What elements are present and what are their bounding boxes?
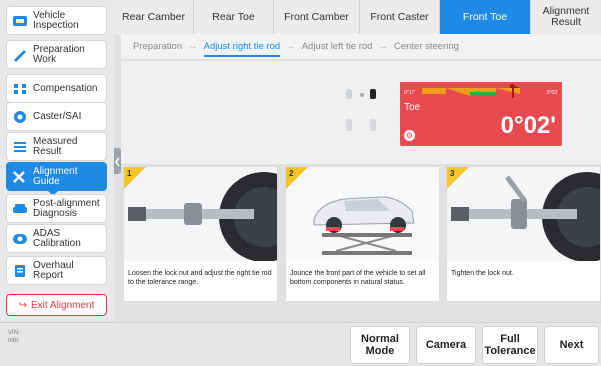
sidebar-item-label: ADAS Calibration	[33, 227, 81, 249]
guide-card-2: 2 Jounce the front part of the vehicle t…	[285, 166, 440, 302]
tab-bar: Rear Camber Rear Toe Front Camber Front …	[114, 0, 601, 34]
normal-mode-button[interactable]: Normal Mode	[350, 326, 410, 364]
next-button[interactable]: Next	[544, 326, 599, 364]
tab-rear-toe[interactable]: Rear Toe	[194, 0, 274, 34]
step-center-steering[interactable]: Center steering	[394, 41, 459, 52]
sidebar-item-post-alignment-diagnosis[interactable]: Post-alignment Diagnosis	[6, 194, 107, 223]
arrow-right-icon: →	[286, 41, 296, 52]
sidebar-item-label: Post-alignment Diagnosis	[33, 197, 100, 219]
sidebar-item-adas-calibration[interactable]: ADAS Calibration	[6, 224, 107, 253]
settings-icon[interactable]: ⚙	[404, 130, 415, 141]
sidebar-item-compensation[interactable]: Compensation	[6, 74, 107, 103]
vin-label: VIN:	[8, 330, 20, 336]
tab-front-camber[interactable]: Front Camber	[274, 0, 360, 34]
sidebar-item-label: Overhaul Report	[33, 259, 74, 281]
guide-card-3: 3 Tighten the lock nut.	[446, 166, 601, 302]
step-number: 1	[127, 169, 132, 178]
step-preparation[interactable]: Preparation	[133, 41, 182, 52]
guide-caption: Loosen the lock nut and adjust the right…	[128, 270, 272, 286]
bottom-bar: VIN: Info: Normal Mode Camera Full Toler…	[0, 322, 601, 366]
tools-icon	[7, 163, 33, 190]
guide-caption: Jounce the front part of the vehicle to …	[290, 270, 426, 286]
step-number: 3	[450, 169, 455, 178]
tab-label: Rear Camber	[121, 10, 186, 23]
camera-button[interactable]: Camera	[416, 326, 476, 364]
exit-icon: ↪	[18, 299, 27, 311]
button-label: Camera	[425, 339, 467, 351]
sidebar-item-vehicle-inspection[interactable]: Vehicle Inspection	[6, 6, 107, 35]
table-icon	[7, 133, 33, 160]
toe-value: 0°02'	[500, 112, 556, 139]
tab-label: Front Toe	[462, 10, 508, 23]
tighten-lock-nut-image: 3	[447, 167, 600, 261]
sidebar-item-overhaul-report[interactable]: Overhaul Report	[6, 256, 107, 285]
tab-front-toe[interactable]: Front Toe	[440, 0, 531, 34]
vehicle-top-view-icon	[346, 89, 376, 131]
sidebar-item-label: Vehicle Inspection	[33, 9, 79, 31]
sidebar-item-preparation-work[interactable]: Preparation Work	[6, 40, 107, 69]
compensation-icon	[7, 75, 33, 102]
vehicle-lift-image: 2	[286, 167, 439, 261]
guide-caption: Tighten the lock nut.	[451, 270, 514, 277]
toe-label: Toe	[404, 102, 421, 113]
vin-info: VIN: Info:	[8, 329, 20, 345]
scale-max-label: 0°03'	[546, 90, 558, 96]
tab-label: Front Caster	[370, 10, 429, 23]
sidebar-item-alignment-guide[interactable]: Alignment Guide	[6, 162, 107, 196]
sidebar: Vehicle Inspection Preparation Work Comp…	[0, 0, 114, 322]
toe-readout-panel: 0°17' 0°03' Toe 0°02' ⚙	[400, 82, 562, 146]
step-adjust-left-tie-rod[interactable]: Adjust left tie rod	[302, 41, 373, 52]
collapse-sidebar-handle[interactable]: ❮	[114, 148, 121, 174]
guide-card-1: 1 Loosen the lock nut and adjust the rig…	[123, 166, 278, 302]
sidebar-item-label: Alignment Guide	[33, 165, 78, 187]
exit-alignment-button[interactable]: ↪ Exit Alignment	[6, 294, 107, 316]
button-label: Full Tolerance	[484, 333, 536, 357]
tab-alignment-result[interactable]: Alignment Result	[531, 0, 601, 34]
step-breadcrumb: Preparation → Adjust right tie rod → Adj…	[121, 34, 601, 60]
sidebar-item-label: Measured Result	[33, 135, 78, 157]
step-number: 2	[289, 169, 294, 178]
tab-front-caster[interactable]: Front Caster	[360, 0, 440, 34]
info-label: Info:	[8, 338, 20, 344]
button-label: Normal Mode	[361, 333, 399, 357]
tie-rod-adjust-image: 1	[124, 167, 277, 261]
sidebar-item-label: Preparation Work	[33, 43, 85, 65]
scale-min-label: 0°17'	[404, 90, 416, 96]
car-icon	[7, 195, 33, 222]
tab-label: Rear Toe	[212, 10, 255, 23]
sidebar-item-label: Compensation	[33, 82, 98, 94]
sidebar-item-caster-sai[interactable]: Caster/SAI	[6, 102, 107, 131]
button-label: Next	[559, 339, 584, 351]
wheel-icon	[7, 103, 33, 130]
full-tolerance-button[interactable]: Full Tolerance	[482, 326, 538, 364]
arrow-right-icon: →	[378, 41, 388, 52]
wrench-icon	[7, 41, 33, 68]
report-icon	[7, 257, 33, 284]
sidebar-item-label: Caster/SAI	[33, 110, 82, 122]
adas-icon	[7, 225, 33, 252]
sidebar-item-measured-result[interactable]: Measured Result	[6, 132, 107, 161]
tab-label: Alignment Result	[542, 5, 590, 28]
step-adjust-right-tie-rod[interactable]: Adjust right tie rod	[203, 41, 281, 57]
chevron-left-icon: ❮	[114, 156, 121, 166]
tab-rear-camber[interactable]: Rear Camber	[114, 0, 194, 34]
tab-label: Front Camber	[284, 10, 349, 23]
arrow-right-icon: →	[188, 41, 198, 52]
car-scan-icon	[7, 7, 33, 34]
tolerance-scale	[400, 82, 562, 102]
exit-alignment-label: Exit Alignment	[31, 299, 95, 311]
